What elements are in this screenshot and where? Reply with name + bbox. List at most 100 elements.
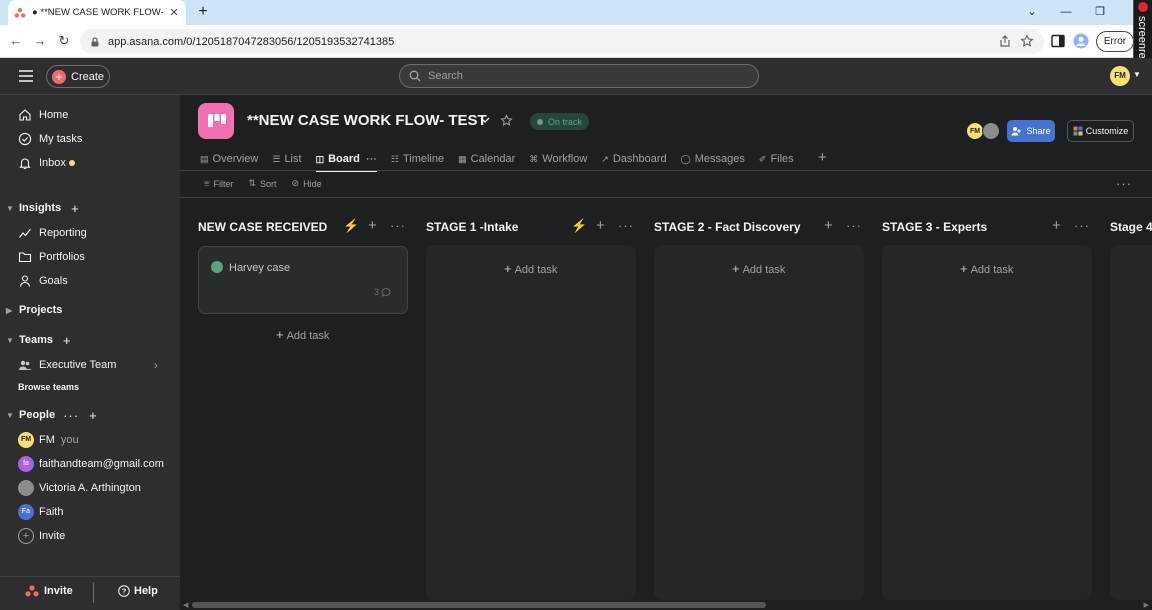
add-tab-button[interactable]: +: [818, 150, 827, 166]
section-projects[interactable]: ▶ Projects: [6, 301, 62, 319]
column-add-button[interactable]: +: [1052, 218, 1061, 233]
project-icon[interactable]: [198, 103, 234, 139]
complete-check-icon[interactable]: [211, 261, 223, 273]
sort-button[interactable]: ⇅ Sort: [248, 178, 276, 189]
chevron-right-icon[interactable]: ›: [154, 360, 158, 372]
person-item[interactable]: FM FM you: [18, 431, 79, 449]
share-page-icon[interactable]: [998, 34, 1012, 48]
reload-icon[interactable]: ↻: [56, 33, 72, 49]
tab-messages[interactable]: ◯ Messages: [681, 148, 745, 170]
error-button[interactable]: Error: [1096, 31, 1134, 52]
create-button[interactable]: + Create: [46, 65, 110, 88]
hamburger-menu-icon[interactable]: [18, 69, 34, 83]
status-badge[interactable]: On track: [530, 113, 590, 130]
sidebar-item-inbox[interactable]: Inbox: [18, 153, 75, 173]
lightning-icon[interactable]: ⚡: [571, 219, 587, 233]
bookmark-star-icon[interactable]: [1020, 34, 1034, 48]
svg-text:?: ?: [122, 587, 127, 596]
section-insights[interactable]: ▼ Insights +: [6, 199, 79, 217]
tab-label: Dashboard: [612, 153, 667, 165]
invite-person-item[interactable]: + Invite: [18, 527, 65, 545]
member-avatar-photo[interactable]: [982, 122, 1000, 140]
person-item[interactable]: fa faithandteam@gmail.com: [18, 455, 164, 473]
column-more-icon[interactable]: ···: [618, 219, 634, 233]
tab-board[interactable]: ◫ Board ···: [315, 148, 378, 172]
column-add-button[interactable]: +: [596, 218, 605, 233]
tab-label: List: [284, 153, 302, 165]
chevron-down-icon[interactable]: ▼: [1133, 70, 1143, 80]
column-add-button[interactable]: +: [368, 218, 377, 233]
project-title[interactable]: **NEW CASE WORK FLOW- TEST: [247, 112, 487, 129]
scroll-right-arrow-icon[interactable]: ▶: [1144, 601, 1149, 609]
star-icon[interactable]: [500, 114, 513, 127]
sidebar-item-reporting[interactable]: Reporting: [18, 223, 87, 243]
tab-calendar[interactable]: ▦ Calendar: [458, 148, 515, 170]
tab-list[interactable]: ☰ List: [272, 148, 301, 170]
forward-arrow-icon[interactable]: →: [32, 33, 48, 49]
tab-timeline[interactable]: ☷ Timeline: [391, 148, 444, 170]
tab-search-chevron-icon[interactable]: ⌄: [1022, 3, 1042, 21]
url-bar[interactable]: app.asana.com/0/1205187047283056/1205193…: [80, 29, 1044, 54]
add-team-button[interactable]: +: [63, 333, 71, 348]
tab-dashboard[interactable]: ↗ Dashboard: [601, 148, 666, 170]
sidebar-item-home[interactable]: Home: [18, 105, 68, 125]
hide-button[interactable]: ⊘ Hide: [292, 178, 322, 189]
new-tab-button[interactable]: +: [196, 4, 210, 20]
add-task-button[interactable]: + Add task: [276, 327, 329, 342]
column-more-icon[interactable]: ···: [846, 219, 862, 233]
sidebar-item-goals[interactable]: Goals: [18, 271, 68, 291]
sidebar-item-portfolios[interactable]: Portfolios: [18, 247, 85, 267]
sidebar-item-my-tasks[interactable]: My tasks: [18, 129, 82, 149]
column-more-icon[interactable]: ···: [390, 219, 406, 233]
help-button[interactable]: ? Help: [118, 585, 158, 597]
horizontal-scrollbar[interactable]: ◀ ▶: [180, 600, 1152, 610]
person-item[interactable]: Victoria A. Arthington: [18, 479, 141, 497]
tab-workflow[interactable]: ⌘ Workflow: [529, 148, 587, 170]
column-title[interactable]: STAGE 3 - Experts: [882, 219, 987, 235]
add-person-button[interactable]: +: [89, 408, 97, 423]
tab-files[interactable]: ✐ Files: [759, 148, 794, 170]
column-more-icon[interactable]: ···: [1074, 219, 1090, 233]
people-more-icon[interactable]: ···: [63, 408, 79, 423]
add-task-button[interactable]: + Add task: [732, 261, 785, 276]
side-panel-icon[interactable]: [1050, 33, 1066, 49]
browser-tab[interactable]: ● **NEW CASE WORK FLOW- TE ✕: [8, 0, 186, 25]
filter-icon: ⩸: [204, 178, 210, 188]
add-task-button[interactable]: + Add task: [504, 261, 557, 276]
check-circle-icon: [18, 132, 32, 146]
profile-icon[interactable]: [1073, 33, 1089, 49]
minimize-button[interactable]: —: [1056, 3, 1076, 21]
back-arrow-icon[interactable]: ←: [8, 33, 24, 49]
add-task-button[interactable]: + Add task: [960, 261, 1013, 276]
column-title[interactable]: STAGE 1 -Intake: [426, 219, 518, 235]
scrollbar-thumb[interactable]: [192, 602, 766, 608]
lightning-icon[interactable]: ⚡: [343, 219, 359, 233]
customize-button[interactable]: Customize: [1067, 120, 1134, 142]
board-icon: [208, 114, 226, 127]
chevron-down-icon[interactable]: [479, 114, 491, 126]
sidebar-item-executive-team[interactable]: Executive Team: [18, 355, 116, 375]
scroll-left-arrow-icon[interactable]: ◀: [183, 601, 188, 609]
restore-button[interactable]: ❐: [1090, 3, 1110, 21]
column-add-button[interactable]: +: [824, 218, 833, 233]
task-card[interactable]: Harvey case 3: [198, 246, 408, 314]
tab-close-icon[interactable]: ✕: [168, 7, 180, 19]
invite-button[interactable]: Invite: [25, 585, 73, 597]
share-button[interactable]: Share: [1007, 120, 1055, 142]
column-title[interactable]: Stage 4: [1110, 219, 1152, 235]
add-insight-button[interactable]: +: [71, 201, 79, 216]
section-teams[interactable]: ▼ Teams +: [6, 331, 71, 349]
screenrec-widget[interactable]: screenrec: [1133, 0, 1152, 65]
section-people[interactable]: ▼ People ··· +: [6, 406, 97, 424]
column-title[interactable]: STAGE 2 - Fact Discovery: [654, 219, 801, 235]
person-item[interactable]: Fa Faith: [18, 503, 63, 521]
toolbar-more-icon[interactable]: ···: [1116, 177, 1132, 190]
search-input[interactable]: Search: [399, 64, 759, 88]
browse-teams-link[interactable]: Browse teams: [18, 382, 79, 392]
team-icon: [19, 360, 32, 370]
filter-button[interactable]: ⩸ Filter: [204, 178, 233, 189]
tab-more-icon[interactable]: ···: [366, 153, 377, 165]
tab-overview[interactable]: ▤ Overview: [200, 148, 258, 170]
user-avatar[interactable]: FM: [1110, 66, 1130, 86]
column-title[interactable]: NEW CASE RECEIVED: [198, 219, 327, 235]
